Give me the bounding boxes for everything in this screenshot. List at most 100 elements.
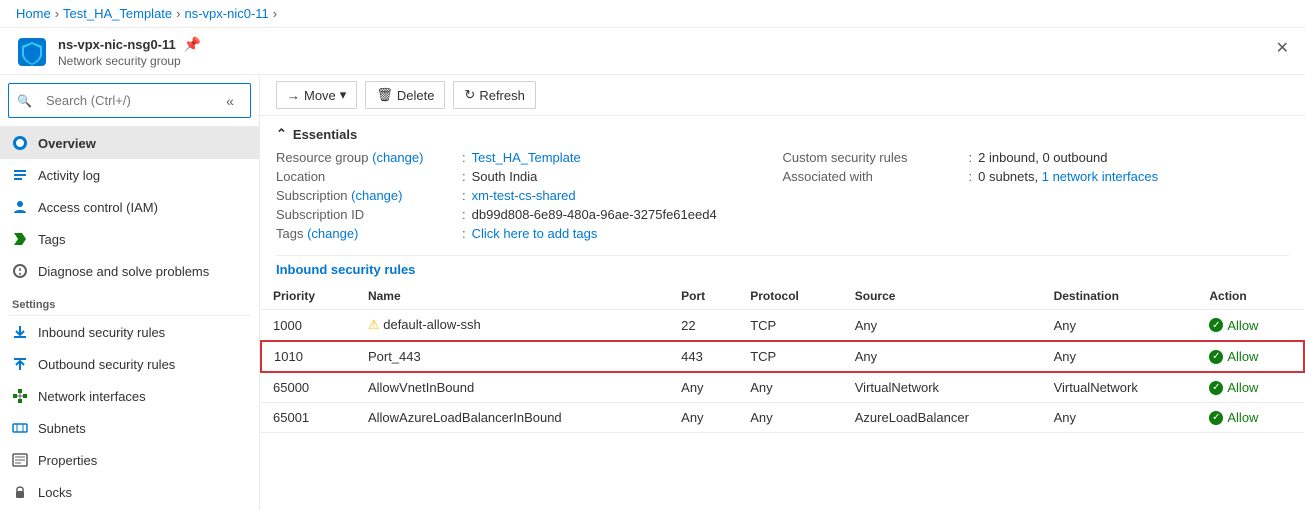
- sidebar-item-network-interfaces[interactable]: Network interfaces: [0, 380, 259, 412]
- essentials-value-location: South India: [472, 169, 538, 184]
- main-layout: 🔍 « Overview Activity log Access control…: [0, 75, 1305, 510]
- close-button[interactable]: ✕: [1276, 38, 1289, 58]
- essentials-tags-change-link[interactable]: (change): [307, 226, 358, 241]
- delete-button[interactable]: 🗑 Delete: [365, 81, 445, 109]
- cell-port: 22: [669, 310, 738, 342]
- col-priority: Priority: [261, 283, 356, 310]
- essentials-right: Custom security rules : 2 inbound, 0 out…: [783, 148, 1290, 243]
- breadcrumb-nic[interactable]: ns-vpx-nic0-11: [185, 6, 269, 21]
- search-input[interactable]: [38, 88, 212, 113]
- sidebar-item-access-control[interactable]: Access control (IAM): [0, 191, 259, 223]
- sidebar-search-wrapper: 🔍 «: [0, 75, 259, 127]
- sidebar-item-outbound[interactable]: Outbound security rules: [0, 348, 259, 380]
- essentials-row-custom: Custom security rules : 2 inbound, 0 out…: [783, 148, 1290, 167]
- sidebar-collapse-button[interactable]: «: [218, 89, 242, 113]
- inbound-section-header: Inbound security rules: [260, 256, 1305, 283]
- overview-icon: [12, 135, 28, 151]
- essentials-row-rg: Resource group (change) : Test_HA_Templa…: [276, 148, 783, 167]
- essentials-value-tags[interactable]: Click here to add tags: [472, 226, 598, 241]
- essentials-value-rg[interactable]: Test_HA_Template: [472, 150, 581, 165]
- cell-protocol: Any: [738, 372, 843, 403]
- allow-circle-icon: ✓: [1209, 350, 1223, 364]
- move-button[interactable]: → Move ▾: [276, 81, 357, 109]
- delete-icon: 🗑: [376, 87, 393, 103]
- resource-type: Network security group: [58, 54, 1289, 68]
- sidebar-label-overview: Overview: [38, 136, 96, 151]
- essentials-label-custom: Custom security rules: [783, 150, 963, 165]
- sidebar-label-network-interfaces: Network interfaces: [38, 389, 146, 404]
- sidebar-label-outbound: Outbound security rules: [38, 357, 175, 372]
- table-row[interactable]: 1010 Port_443 443 TCP Any Any ✓Allow: [261, 341, 1304, 372]
- action-label: Allow: [1227, 318, 1258, 333]
- essentials-chevron-icon: ⌃: [276, 126, 287, 142]
- sidebar-item-activity-log[interactable]: Activity log: [0, 159, 259, 191]
- cell-action: ✓Allow: [1197, 372, 1304, 403]
- sidebar-item-tags[interactable]: Tags: [0, 223, 259, 255]
- refresh-button[interactable]: ↻ Refresh: [453, 81, 535, 109]
- cell-protocol: Any: [738, 403, 843, 433]
- content-area: ⌃ Essentials Resource group (change) : T…: [260, 116, 1305, 510]
- essentials-label-tags: Tags (change): [276, 226, 456, 241]
- cell-priority: 65001: [261, 403, 356, 433]
- essentials-label-rg: Resource group (change): [276, 150, 456, 165]
- cell-source: AzureLoadBalancer: [843, 403, 1042, 433]
- essentials-row-location: Location : South India: [276, 167, 783, 186]
- breadcrumb-home[interactable]: Home: [16, 6, 51, 21]
- sidebar: 🔍 « Overview Activity log Access control…: [0, 75, 260, 510]
- tags-icon: [12, 231, 28, 247]
- essentials-sub-change-link[interactable]: (change): [351, 188, 402, 203]
- cell-action: ✓ Allow: [1197, 341, 1304, 372]
- essentials-left: Resource group (change) : Test_HA_Templa…: [276, 148, 783, 243]
- breadcrumb-template[interactable]: Test_HA_Template: [63, 6, 172, 21]
- move-chevron-icon: ▾: [340, 87, 347, 103]
- table-header-row: Priority Name Port Protocol Source Desti…: [261, 283, 1304, 310]
- sidebar-item-properties[interactable]: Properties: [0, 444, 259, 476]
- essentials-row-subid: Subscription ID : db99d808-6e89-480a-96a…: [276, 205, 783, 224]
- sidebar-label-tags: Tags: [38, 232, 65, 247]
- sidebar-label-locks: Locks: [38, 485, 72, 500]
- cell-action: ✓Allow: [1197, 310, 1304, 342]
- refresh-label: Refresh: [479, 88, 525, 103]
- pin-icon[interactable]: 📌: [184, 36, 201, 53]
- sidebar-item-inbound[interactable]: Inbound security rules: [0, 316, 259, 348]
- cell-priority: 1000: [261, 310, 356, 342]
- resource-name: ns-vpx-nic-nsg0-11: [58, 37, 176, 52]
- cell-source: Any: [843, 310, 1042, 342]
- nsg-icon: [16, 36, 48, 68]
- cell-priority: 65000: [261, 372, 356, 403]
- breadcrumb: Home › Test_HA_Template › ns-vpx-nic0-11…: [0, 0, 1305, 28]
- table-row[interactable]: 65001 AllowAzureLoadBalancerInBound Any …: [261, 403, 1304, 433]
- essentials-label-subid: Subscription ID: [276, 207, 456, 222]
- table-row[interactable]: 1000 ⚠ default-allow-ssh 22 TCP Any Any …: [261, 310, 1304, 342]
- warn-icon: ⚠: [368, 317, 380, 332]
- essentials-rg-change-link[interactable]: (change): [372, 150, 423, 165]
- delete-label: Delete: [397, 88, 435, 103]
- refresh-icon: ↻: [464, 87, 475, 103]
- essentials-network-link[interactable]: 1 network interfaces: [1042, 169, 1158, 184]
- cell-name: AllowVnetInBound: [356, 372, 669, 403]
- cell-priority: 1010: [261, 341, 356, 372]
- essentials-header[interactable]: ⌃ Essentials: [260, 116, 1305, 148]
- table-row[interactable]: 65000 AllowVnetInBound Any Any VirtualNe…: [261, 372, 1304, 403]
- cell-name: AllowAzureLoadBalancerInBound: [356, 403, 669, 433]
- cell-source: Any: [843, 341, 1042, 372]
- header-title-group: ns-vpx-nic-nsg0-11 📌 Network security gr…: [58, 36, 1289, 68]
- diagnose-icon: [12, 263, 28, 279]
- sidebar-item-overview[interactable]: Overview: [0, 127, 259, 159]
- essentials-value-sub[interactable]: xm-test-cs-shared: [472, 188, 576, 203]
- toolbar: → Move ▾ 🗑 Delete ↻ Refresh: [260, 75, 1305, 116]
- cell-protocol: TCP: [738, 310, 843, 342]
- cell-destination: VirtualNetwork: [1042, 372, 1198, 403]
- col-port: Port: [669, 283, 738, 310]
- inbound-rules-table: Priority Name Port Protocol Source Desti…: [260, 283, 1305, 433]
- cell-port: Any: [669, 403, 738, 433]
- sidebar-item-subnets[interactable]: Subnets: [0, 412, 259, 444]
- essentials-value-subid: db99d808-6e89-480a-96ae-3275fe61eed4: [472, 207, 717, 222]
- action-label: Allow: [1227, 349, 1258, 364]
- sidebar-item-diagnose[interactable]: Diagnose and solve problems: [0, 255, 259, 287]
- sidebar-item-locks[interactable]: Locks: [0, 476, 259, 508]
- essentials-label-location: Location: [276, 169, 456, 184]
- essentials-grid: Resource group (change) : Test_HA_Templa…: [260, 148, 1305, 255]
- cell-name: ⚠ default-allow-ssh: [356, 310, 669, 342]
- properties-icon: [12, 452, 28, 468]
